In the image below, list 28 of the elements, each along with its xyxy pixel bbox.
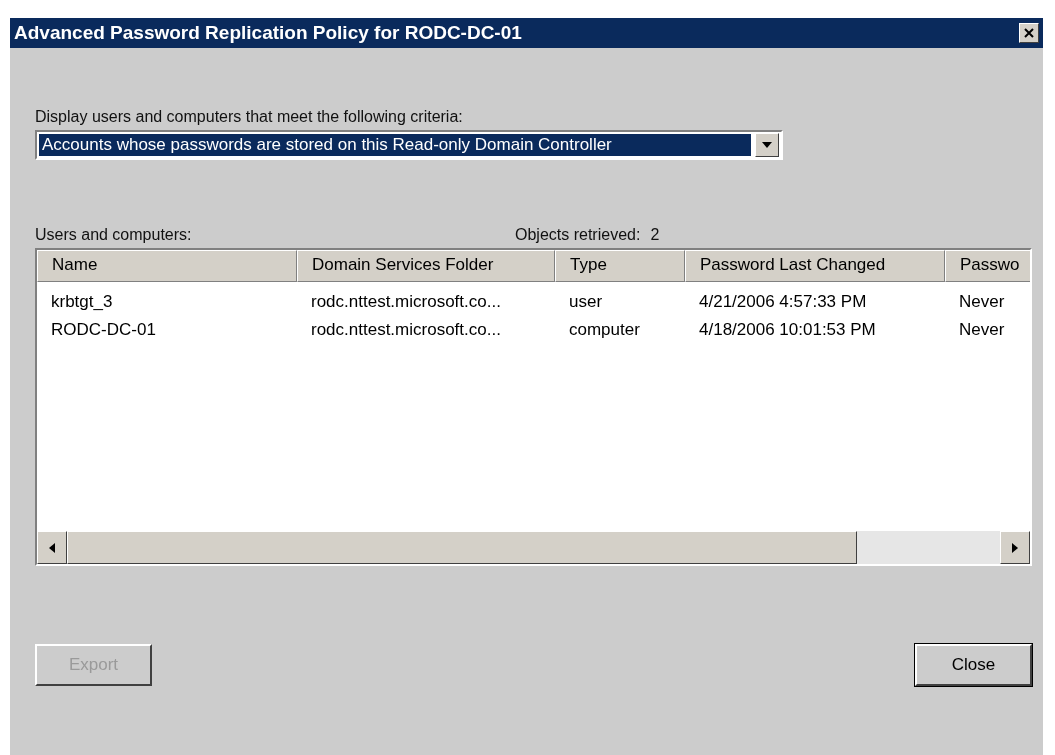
table-cell-text: user — [568, 292, 604, 312]
table-cell-text: Never — [958, 320, 1006, 340]
dropdown-value: Accounts whose passwords are stored on this Read-only Domain Controller — [39, 134, 751, 156]
table-cell-text: Never — [958, 292, 1006, 312]
table-cell-text: 4/18/2006 10:01:53 PM — [698, 320, 877, 340]
table-cell-text: krbtgt_3 — [50, 292, 114, 312]
horizontal-scrollbar[interactable] — [37, 531, 1030, 564]
table-cell-text: rodc.nttest.microsoft.co... — [310, 320, 502, 340]
table-cell-text: 4/21/2006 4:57:33 PM — [698, 292, 868, 312]
count-label: Objects retrieved: — [515, 226, 641, 244]
scroll-right-icon[interactable] — [1000, 531, 1030, 564]
criteria-dropdown[interactable]: Accounts whose passwords are stored on this Read-only Domain Controller — [35, 130, 783, 160]
column-header[interactable]: Domain Services Folder — [297, 250, 555, 282]
column-header[interactable]: Type — [555, 250, 685, 282]
count-value: 2 — [650, 226, 660, 244]
criteria-label: Display users and computers that meet the following criteria: — [35, 108, 464, 126]
column-header[interactable]: Name — [37, 250, 297, 282]
scroll-left-icon[interactable] — [37, 531, 67, 564]
table-cell-text: computer — [568, 320, 641, 340]
list-label: Users and computers: — [35, 226, 193, 244]
window-title: Advanced Password Replication Policy for RODC-DC-01 — [14, 22, 522, 44]
close-icon[interactable] — [1019, 23, 1039, 43]
table-cell-text: RODC-DC-01 — [50, 320, 157, 340]
column-header[interactable]: Passwo — [945, 250, 1030, 282]
column-header[interactable]: Password Last Changed — [685, 250, 945, 282]
close-button[interactable]: Close — [915, 644, 1032, 686]
table-cell-text: rodc.nttest.microsoft.co... — [310, 292, 502, 312]
scrollbar-thumb[interactable] — [67, 531, 857, 564]
